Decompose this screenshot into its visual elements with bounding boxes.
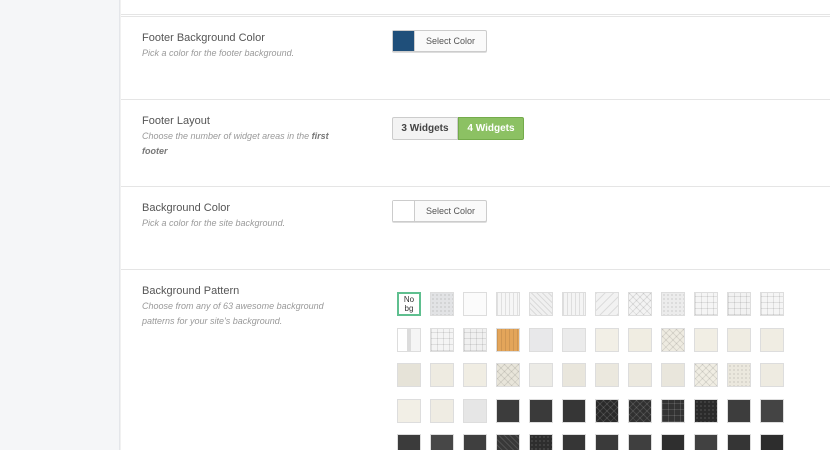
pattern-tile[interactable]: [562, 399, 586, 423]
pattern-tile[interactable]: [463, 363, 487, 387]
pattern-tile[interactable]: [562, 363, 586, 387]
pattern-tile[interactable]: [694, 328, 718, 352]
bg-pattern-description: Choose from any of 63 awesome background…: [142, 301, 324, 326]
pattern-tile[interactable]: [661, 434, 685, 450]
pattern-tile[interactable]: [397, 363, 421, 387]
pattern-tile[interactable]: [661, 328, 685, 352]
pattern-tile[interactable]: [595, 363, 619, 387]
pattern-tile[interactable]: [529, 399, 553, 423]
pattern-tile[interactable]: [694, 363, 718, 387]
pattern-tile[interactable]: [628, 363, 652, 387]
pattern-tile[interactable]: [694, 292, 718, 316]
bg-color-label: Background Color: [142, 202, 231, 214]
pattern-tile[interactable]: [430, 363, 454, 387]
previous-row: [121, 0, 830, 15]
pattern-tile[interactable]: [496, 363, 520, 387]
footer-layout-description-text: Choose the number of widget areas in the: [142, 131, 312, 141]
bg-pattern-label: Background Pattern: [142, 285, 240, 297]
pattern-tile[interactable]: [661, 399, 685, 423]
footer-layout-label: Footer Layout: [142, 115, 210, 127]
pattern-tile[interactable]: [463, 399, 487, 423]
pattern-tile[interactable]: [562, 292, 586, 316]
footer-bg-color-description: Pick a color for the footer background.: [142, 48, 295, 58]
footer-layout-4-widgets-button[interactable]: 4 Widgets: [458, 117, 524, 140]
pattern-tile[interactable]: [727, 434, 751, 450]
pattern-tile[interactable]: [661, 292, 685, 316]
options-panel: Footer Background Color Pick a color for…: [121, 0, 830, 450]
pattern-tile[interactable]: [529, 363, 553, 387]
bg-color-picker[interactable]: Select Color: [392, 200, 487, 222]
bg-color-row: Background Color Pick a color for the si…: [121, 186, 830, 269]
pattern-tile[interactable]: [529, 292, 553, 316]
pattern-tile[interactable]: [760, 292, 784, 316]
pattern-tile[interactable]: [760, 328, 784, 352]
pattern-tile[interactable]: [529, 328, 553, 352]
pattern-tile[interactable]: [397, 434, 421, 450]
footer-layout-description: Choose the number of widget areas in the…: [142, 129, 342, 159]
left-sidebar: [0, 0, 120, 450]
pattern-tile[interactable]: [694, 399, 718, 423]
bg-select-color-button[interactable]: Select Color: [415, 201, 486, 221]
pattern-tile[interactable]: [430, 399, 454, 423]
pattern-tile[interactable]: [496, 328, 520, 352]
pattern-tile[interactable]: [595, 292, 619, 316]
pattern-tile[interactable]: [496, 434, 520, 450]
pattern-tile[interactable]: [529, 434, 553, 450]
footer-bg-color-row: Footer Background Color Pick a color for…: [121, 16, 830, 99]
footer-bg-color-swatch[interactable]: [393, 31, 415, 51]
pattern-tile[interactable]: [661, 363, 685, 387]
pattern-tile[interactable]: [397, 399, 421, 423]
pattern-tile[interactable]: [595, 328, 619, 352]
footer-layout-button-group: 3 Widgets 4 Widgets: [392, 117, 524, 140]
bg-pattern-row: Background Pattern Choose from any of 63…: [121, 269, 830, 450]
footer-layout-3-widgets-button[interactable]: 3 Widgets: [392, 117, 458, 140]
pattern-tile[interactable]: [430, 434, 454, 450]
pattern-tile[interactable]: [430, 328, 454, 352]
footer-bg-color-picker[interactable]: Select Color: [392, 30, 487, 52]
pattern-tile-no-bg[interactable]: No bg: [397, 292, 421, 316]
pattern-tile[interactable]: [397, 328, 421, 352]
pattern-tile[interactable]: [628, 399, 652, 423]
pattern-tile[interactable]: [760, 434, 784, 450]
pattern-tile[interactable]: [760, 399, 784, 423]
pattern-tile[interactable]: [430, 292, 454, 316]
footer-bg-select-color-button[interactable]: Select Color: [415, 31, 486, 51]
pattern-tile[interactable]: [628, 292, 652, 316]
pattern-tile[interactable]: [463, 328, 487, 352]
pattern-tile[interactable]: [628, 328, 652, 352]
bg-color-description: Pick a color for the site background.: [142, 218, 286, 228]
pattern-tile[interactable]: [496, 399, 520, 423]
pattern-tile[interactable]: [496, 292, 520, 316]
pattern-tile[interactable]: [463, 292, 487, 316]
pattern-tile[interactable]: [727, 328, 751, 352]
pattern-tile[interactable]: [628, 434, 652, 450]
footer-layout-row: Footer Layout Choose the number of widge…: [121, 99, 830, 186]
bg-color-swatch[interactable]: [393, 201, 415, 221]
footer-bg-color-label: Footer Background Color: [142, 32, 265, 44]
pattern-tile[interactable]: [562, 328, 586, 352]
pattern-tile[interactable]: [727, 292, 751, 316]
pattern-tile[interactable]: [727, 399, 751, 423]
pattern-tile[interactable]: [463, 434, 487, 450]
pattern-tile[interactable]: [760, 363, 784, 387]
pattern-tile[interactable]: [562, 434, 586, 450]
pattern-tile[interactable]: [694, 434, 718, 450]
pattern-tile[interactable]: [727, 363, 751, 387]
pattern-tile[interactable]: [595, 399, 619, 423]
pattern-tile[interactable]: [595, 434, 619, 450]
